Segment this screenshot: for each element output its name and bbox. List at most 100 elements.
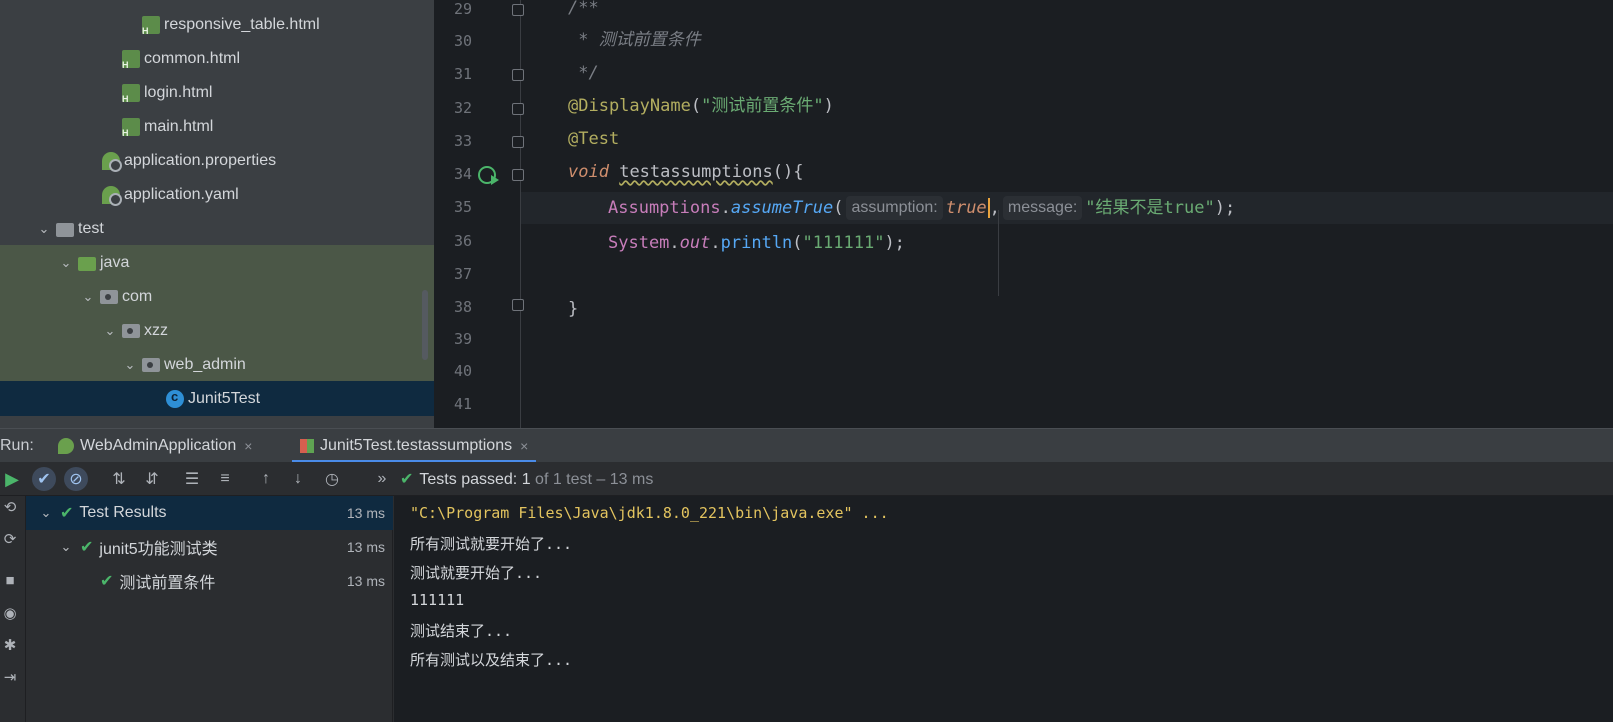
show-ignored-icon[interactable]: ⊘ <box>64 467 88 491</box>
chevron-down-icon[interactable]: ⌄ <box>80 289 96 305</box>
tree-item-junit5test[interactable]: Junit5Test <box>0 381 434 416</box>
expand-all-icon[interactable]: ☰ <box>180 467 204 491</box>
junit-icon <box>300 439 314 453</box>
line-number: 41 <box>453 395 472 413</box>
close-icon[interactable]: × <box>520 438 528 454</box>
tree-item-application-yaml[interactable]: application.yaml <box>0 177 434 212</box>
class-icon <box>166 389 184 408</box>
tree-item-xzz[interactable]: ⌄ xzz <box>0 313 434 348</box>
dot-token: . <box>710 233 721 253</box>
test-status: ✔ Tests passed: 1 of 1 test – 13 ms <box>400 471 654 488</box>
check-icon: ✔ <box>80 539 94 556</box>
html-file-icon <box>122 83 140 104</box>
tab-junit5test-testassumptions[interactable]: Junit5Test.testassumptions × <box>291 429 537 463</box>
spring-config-icon <box>102 185 122 206</box>
check-icon: ✔ <box>100 573 114 590</box>
line-number: 38 <box>453 298 472 316</box>
folder-icon <box>78 256 96 271</box>
previous-failed-icon[interactable]: ↑ <box>254 467 278 491</box>
fold-icon[interactable] <box>512 69 524 81</box>
dot-token: . <box>720 198 731 218</box>
code-line-30: * 测试前置条件 <box>568 30 701 50</box>
tree-item-java[interactable]: ⌄ java <box>0 245 434 280</box>
tree-item-main[interactable]: main.html <box>0 109 434 144</box>
toggle-auto-test-icon[interactable]: ⟳ <box>0 530 20 550</box>
chevron-down-icon[interactable]: ⌄ <box>122 357 138 373</box>
rerun-failed-icon[interactable]: ⟲ <box>0 498 20 518</box>
chevron-down-icon[interactable]: ⌄ <box>58 539 74 555</box>
gutter-divider <box>520 0 521 428</box>
punct-token: ); <box>884 233 905 253</box>
chevron-down-icon[interactable]: ⌄ <box>38 505 54 521</box>
console-line: 111111 <box>410 591 465 609</box>
tree-item-login[interactable]: login.html <box>0 75 434 110</box>
package-icon <box>122 323 140 338</box>
stop-icon[interactable]: ■ <box>0 572 20 592</box>
chevron-down-icon[interactable]: ⌄ <box>102 323 118 339</box>
line-number: 36 <box>453 232 472 250</box>
console-line: 测试结束了... <box>410 622 513 640</box>
fold-icon[interactable] <box>512 136 524 148</box>
run-label: Run: <box>0 437 34 454</box>
paren-token: ) <box>823 96 834 116</box>
code-line-34: void testassumptions(){ <box>568 157 803 187</box>
fold-icon[interactable] <box>512 103 524 115</box>
method-name-token: testassumptions <box>619 162 773 182</box>
code-editor[interactable]: 29 30 31 32 33 34 35 36 37 38 39 40 41 /… <box>434 0 1613 428</box>
chevron-down-icon[interactable]: ⌄ <box>58 255 74 271</box>
collapse-all-icon[interactable]: ≡ <box>213 467 237 491</box>
tree-scrollbar[interactable] <box>422 290 428 360</box>
export-icon[interactable]: ⇥ <box>0 668 20 688</box>
class-token: Assumptions <box>608 198 721 218</box>
show-passed-icon[interactable]: ✔ <box>32 467 56 491</box>
run-toolbar: ▶ ✔ ⊘ ⇅ ⇵ ☰ ≡ ↑ ↓ ◷ » ✔ Tests passed: 1 o… <box>0 462 1613 496</box>
rerun-icon[interactable]: ▶ <box>0 467 24 491</box>
fold-icon[interactable] <box>512 299 524 311</box>
run-tool-window: Run: WebAdminApplication × Junit5Test.te… <box>0 428 1613 722</box>
string-token: "结果不是true" <box>1085 198 1215 218</box>
sort-alphabetically-icon[interactable]: ⇅ <box>107 467 131 491</box>
test-method-item[interactable]: ✔ 测试前置条件 13 ms <box>26 564 393 598</box>
tab-webadminapplication[interactable]: WebAdminApplication × <box>58 429 252 463</box>
paren-token: ( <box>833 198 844 218</box>
line-number: 37 <box>453 265 472 283</box>
tree-item-common[interactable]: common.html <box>0 41 434 76</box>
tree-item-com[interactable]: ⌄ com <box>0 279 434 314</box>
sort-by-duration-icon[interactable]: ⇵ <box>140 467 164 491</box>
tree-item-responsive-table[interactable]: responsive_table.html <box>0 7 434 42</box>
tree-item-web-admin[interactable]: ⌄ web_admin <box>0 347 434 382</box>
settings-icon[interactable]: ✱ <box>0 636 20 656</box>
line-number: 30 <box>453 32 472 50</box>
test-results-tree: ⌄ ✔ Test Results 13 ms ⌄ ✔ junit5功能测试类 1… <box>26 496 393 722</box>
console-output[interactable]: "C:\Program Files\Java\jdk1.8.0_221\bin\… <box>394 496 1613 722</box>
fold-icon[interactable] <box>512 169 524 181</box>
html-file-icon <box>142 15 160 36</box>
tree-item-test[interactable]: ⌄ test <box>0 211 434 246</box>
annotation-token: @DisplayName <box>568 96 691 116</box>
check-icon: ✔ <box>60 505 74 522</box>
run-test-gutter-icon[interactable] <box>478 166 499 185</box>
test-results-root[interactable]: ⌄ ✔ Test Results 13 ms <box>26 496 393 530</box>
line-number: 35 <box>453 198 472 216</box>
paren-token: ( <box>792 233 803 253</box>
chevron-down-icon[interactable]: ⌄ <box>36 221 52 237</box>
camera-icon[interactable]: ◉ <box>0 604 20 624</box>
tree-item-application-properties[interactable]: application.properties <box>0 143 434 178</box>
code-line-33: @Test <box>568 129 620 149</box>
code-line-35: Assumptions.assumeTrue(assumption: true, m… <box>608 193 1235 223</box>
run-tab-bar: Run: WebAdminApplication × Junit5Test.te… <box>0 428 1613 463</box>
paren-token: ( <box>690 96 702 116</box>
test-class-item[interactable]: ⌄ ✔ junit5功能测试类 13 ms <box>26 530 393 564</box>
param-hint-assumption: assumption: <box>846 196 943 220</box>
next-failed-icon[interactable]: ↓ <box>286 467 310 491</box>
close-icon[interactable]: × <box>244 438 252 454</box>
more-icon[interactable]: » <box>370 467 394 491</box>
punct-token: ); <box>1214 198 1236 218</box>
code-line-29: /** <box>568 0 599 18</box>
fold-icon[interactable] <box>512 4 524 16</box>
folder-icon <box>56 222 74 237</box>
string-token: "111111" <box>802 233 885 253</box>
editor-gutter: 29 30 31 32 33 34 35 36 37 38 39 40 41 <box>434 0 520 428</box>
history-icon[interactable]: ◷ <box>320 467 344 491</box>
line-number: 31 <box>453 65 472 83</box>
